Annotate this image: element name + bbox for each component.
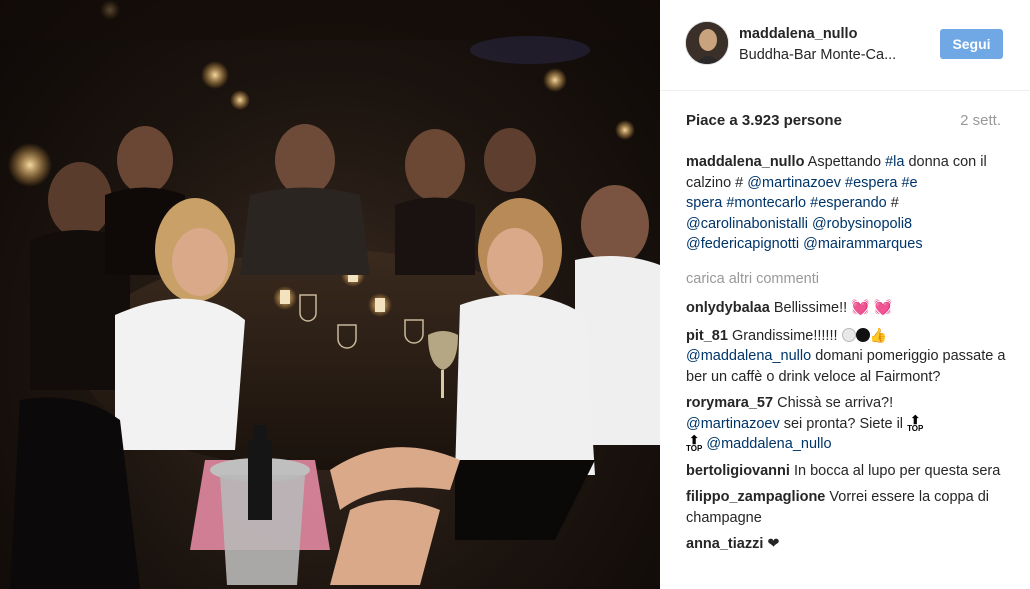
- top-arrow-label: TOP: [686, 444, 703, 454]
- load-more-comments[interactable]: carica altri commenti: [686, 269, 1006, 290]
- comment-item: anna_tiazzi ❤: [686, 534, 1006, 555]
- avatar[interactable]: [685, 21, 729, 65]
- sparkling-heart-icon: 💓: [851, 299, 870, 316]
- comments-list: maddalena_nullo Aspettando #la donna con…: [686, 152, 1006, 561]
- comment-text: Bellissime!!: [769, 300, 852, 316]
- follow-button[interactable]: Segui: [940, 29, 1003, 59]
- hashtag-espera-2-part: #e: [901, 174, 918, 191]
- photo-illustration: [0, 0, 660, 589]
- comment-username[interactable]: rorymara_57: [686, 395, 773, 411]
- comment-text: sei pronta? Siete il: [779, 415, 908, 432]
- hashtag-la[interactable]: #la: [885, 154, 904, 170]
- hashtag-montecarlo[interactable]: #montecarlo: [726, 195, 806, 211]
- comment-text: Grandissime!!!!!!: [727, 327, 842, 344]
- comment-mention[interactable]: @maddalena_nullo: [706, 436, 831, 452]
- comment-item: pit_81 Grandissime!!!!!! 👍 @maddalena_nul…: [686, 325, 1006, 388]
- comment-mention[interactable]: @maddalena_nullo: [686, 348, 811, 364]
- post-time[interactable]: 2 sett.: [960, 112, 1001, 129]
- likes-row: Piace a 3.923 persone 2 sett.: [686, 112, 1001, 132]
- mention-mairammarques[interactable]: @mairammarques: [803, 236, 922, 252]
- comment-item: filippo_zampaglione Vorrei essere la cop…: [686, 487, 1006, 528]
- thumbs-up-icon: 👍: [869, 326, 887, 343]
- mention-carolinabonistalli[interactable]: @carolinabonistalli: [686, 216, 808, 232]
- comment-text: In bocca al lupo per questa sera: [789, 462, 1001, 479]
- post-photo[interactable]: [0, 0, 660, 589]
- hashtag-espera-2-part: spera: [686, 195, 723, 211]
- caption: maddalena_nullo Aspettando #la donna con…: [686, 152, 1006, 255]
- caption-username[interactable]: maddalena_nullo: [686, 154, 804, 170]
- comment-username[interactable]: bertoligiovanni: [686, 463, 790, 479]
- comment-item: bertoligiovanni In bocca al lupo per que…: [686, 461, 1006, 482]
- hashtag-espera[interactable]: #espera: [845, 175, 897, 191]
- mention-martinazoev[interactable]: @martinazoev: [747, 175, 841, 191]
- sparkling-heart-icon: 💓: [873, 299, 893, 316]
- mention-robysinopoli8[interactable]: @robysinopoli8: [812, 216, 912, 232]
- top-arrow-icon: ⬆ TOP: [907, 412, 924, 433]
- comment-item: rorymara_57 Chissà se arriva?! @martinaz…: [686, 393, 1006, 455]
- comment-username[interactable]: filippo_zampaglione: [686, 489, 825, 505]
- black-circle-icon: [855, 327, 870, 342]
- hashtag-esperando[interactable]: #esperando: [810, 195, 887, 211]
- likes-count[interactable]: Piace a 3.923 persone: [686, 112, 842, 129]
- post-location[interactable]: Buddha-Bar Monte-Ca...: [739, 47, 896, 63]
- post-sidebar: maddalena_nullo Buddha-Bar Monte-Ca... S…: [660, 0, 1030, 589]
- comment-username[interactable]: pit_81: [686, 328, 728, 344]
- mention-federicapignotti[interactable]: @federicapignotti: [686, 236, 799, 252]
- comment-item: onlydybalaa Bellissime!! 💓 💓: [686, 298, 1006, 319]
- post-username[interactable]: maddalena_nullo: [739, 26, 857, 42]
- comment-username[interactable]: anna_tiazzi: [686, 536, 763, 552]
- white-circle-icon: [841, 327, 856, 342]
- comment-mention[interactable]: @martinazoev: [686, 416, 780, 432]
- top-arrow-label: TOP: [907, 423, 924, 433]
- comment-username[interactable]: onlydybalaa: [686, 300, 770, 316]
- post-header: maddalena_nullo Buddha-Bar Monte-Ca... S…: [660, 0, 1030, 91]
- avatar-image: [686, 22, 728, 64]
- comment-text: Chissà se arriva?!: [773, 395, 894, 411]
- caption-text: #: [886, 195, 899, 211]
- top-arrow-icon: ⬆ TOP: [686, 433, 703, 454]
- comment-text: ❤: [763, 536, 780, 552]
- caption-text: Aspettando: [804, 154, 886, 170]
